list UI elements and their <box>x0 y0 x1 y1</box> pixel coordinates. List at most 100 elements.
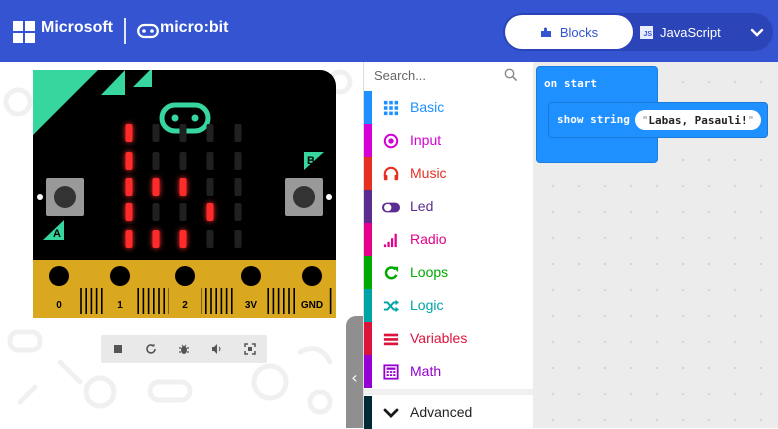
tab-javascript[interactable]: JS JavaScript <box>640 15 744 49</box>
led-off <box>234 124 242 142</box>
button-a-label: A <box>53 228 61 240</box>
blocks-workspace[interactable]: on start show string " Labas, Pasauli! " <box>533 62 778 428</box>
fullscreen-button[interactable] <box>238 338 262 360</box>
mute-button[interactable] <box>205 338 229 360</box>
category-color-bar <box>364 355 372 388</box>
toolbox-category-math[interactable]: Math <box>364 355 534 388</box>
product-name[interactable]: micro:bit <box>160 19 228 37</box>
category-label-logic: Logic <box>410 297 444 313</box>
category-color-bar <box>364 190 372 223</box>
string-value-field[interactable]: " Labas, Pasauli! " <box>635 110 761 130</box>
led-off <box>179 203 187 221</box>
search-input[interactable] <box>374 66 494 84</box>
led-off <box>234 230 242 248</box>
pin-gnd[interactable]: GND <box>296 260 328 318</box>
category-color-bar <box>364 289 372 322</box>
pin-2[interactable]: 2 <box>169 260 201 318</box>
show-string-label: show string <box>557 113 630 126</box>
debug-icon <box>178 344 189 354</box>
toolbox-category-variables[interactable]: Variables <box>364 322 534 355</box>
simulator-toolbar <box>101 335 267 363</box>
headphones-icon <box>382 165 400 183</box>
close-quote: " <box>747 113 755 127</box>
stop-button[interactable] <box>106 338 130 360</box>
show-string-block[interactable]: show string " Labas, Pasauli! " <box>548 102 768 138</box>
pin-label: GND <box>301 300 323 311</box>
led-on <box>125 152 133 170</box>
led-on <box>125 203 133 221</box>
led-off <box>234 203 242 221</box>
led-off <box>152 124 160 142</box>
microsoft-logo-icon <box>13 21 35 43</box>
category-label-led: Led <box>410 198 434 214</box>
toolbox-category-advanced[interactable]: Advanced <box>364 396 534 429</box>
pin-3v[interactable]: 3V <box>235 260 267 318</box>
toolbox-category-led[interactable]: Led <box>364 190 534 223</box>
pin-label: 1 <box>117 300 123 311</box>
led-off <box>152 203 160 221</box>
tab-blocks[interactable]: Blocks <box>505 15 633 49</box>
puzzle-icon <box>540 27 551 37</box>
category-label-basic: Basic <box>410 99 445 115</box>
restart-button[interactable] <box>139 338 163 360</box>
toolbox-category-radio[interactable]: Radio <box>364 223 534 256</box>
microsoft-brand[interactable]: Microsoft <box>41 19 113 37</box>
category-color-bar <box>364 91 372 124</box>
string-value: Labas, Pasauli! <box>648 113 748 127</box>
led-off <box>152 152 160 170</box>
target-icon <box>382 132 400 150</box>
category-label-radio: Radio <box>410 231 447 247</box>
javascript-icon: JS <box>640 25 653 39</box>
pin-label: 3V <box>245 300 258 311</box>
search-icon[interactable] <box>504 68 518 82</box>
chevron-left-icon: ‹ <box>351 367 358 387</box>
led-off <box>234 178 242 196</box>
editor-mode-switch: Blocks JS JavaScript <box>503 13 773 51</box>
collapse-simulator-handle[interactable]: ‹ <box>346 316 363 428</box>
debug-button[interactable] <box>172 338 196 360</box>
category-color-bar <box>364 256 372 289</box>
category-color-bar <box>364 396 372 429</box>
on-start-block[interactable]: on start show string " Labas, Pasauli! " <box>536 66 768 163</box>
category-label-variables: Variables <box>410 330 468 346</box>
chevron-down-icon[interactable] <box>747 22 767 42</box>
led-off <box>179 152 187 170</box>
led-on <box>125 178 133 196</box>
led-on <box>125 230 133 248</box>
toggle-icon <box>382 198 400 216</box>
tab-blocks-label: Blocks <box>559 24 599 40</box>
category-label-math: Math <box>410 363 442 379</box>
category-label-input: Input <box>410 132 442 148</box>
pin-0[interactable]: 0 <box>43 260 75 318</box>
toolbox-category-basic[interactable]: Basic <box>364 91 534 124</box>
simulator-panel: A B 0 1 2 3V GND ‹ <box>0 62 363 428</box>
top-bar: Microsoft micro:bit Blocks JS JavaScript <box>0 0 778 62</box>
button-b-label: B <box>307 155 315 167</box>
led-on <box>179 178 187 196</box>
led-on <box>179 230 187 248</box>
led-on <box>152 178 160 196</box>
microbit-board: A B 0 1 2 3V GND <box>33 70 336 318</box>
led-off <box>206 152 214 170</box>
toolbox: Basic Input Music Led Radio Loops Logic Variabl… <box>363 62 534 429</box>
led-off <box>206 230 214 248</box>
category-color-bar <box>364 124 372 157</box>
grid-icon <box>382 99 400 117</box>
pin-1[interactable]: 1 <box>104 260 136 318</box>
category-color-bar <box>364 157 372 190</box>
led-on <box>125 124 133 142</box>
toolbox-category-logic[interactable]: Logic <box>364 289 534 322</box>
calculator-icon <box>382 363 400 381</box>
tab-javascript-label: JavaScript <box>660 24 721 40</box>
advanced-separator <box>364 389 534 395</box>
toolbox-category-music[interactable]: Music <box>364 157 534 190</box>
header-divider <box>124 18 126 44</box>
led-off <box>234 152 242 170</box>
toolbox-category-input[interactable]: Input <box>364 124 534 157</box>
on-start-label: on start <box>544 77 597 90</box>
toolbox-category-loops[interactable]: Loops <box>364 256 534 289</box>
chevron-down-icon <box>383 408 399 418</box>
pin-label: 0 <box>56 300 62 311</box>
led-off <box>179 124 187 142</box>
category-label-loops: Loops <box>410 264 449 280</box>
